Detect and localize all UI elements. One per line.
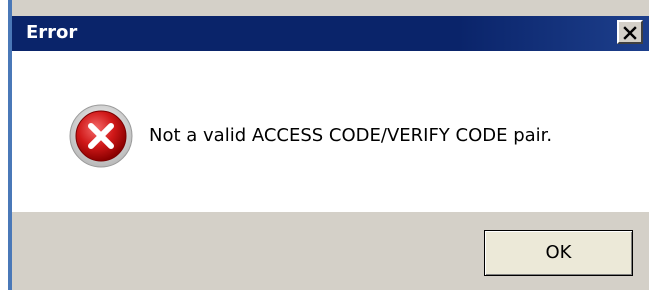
button-bar: OK xyxy=(12,212,649,290)
focus-rect xyxy=(488,234,629,272)
page: Error Not a valid ACCESS CODE/VERIFY COD… xyxy=(0,0,649,290)
title-bar[interactable]: Error xyxy=(12,16,649,51)
error-icon xyxy=(69,104,133,168)
dialog-content: Not a valid ACCESS CODE/VERIFY CODE pair… xyxy=(12,51,649,212)
ok-button[interactable]: OK xyxy=(484,230,633,276)
close-button[interactable] xyxy=(617,20,643,44)
error-dialog: Error Not a valid ACCESS CODE/VERIFY COD… xyxy=(8,0,649,290)
close-icon xyxy=(623,26,637,40)
window-title: Error xyxy=(26,22,78,43)
error-message: Not a valid ACCESS CODE/VERIFY CODE pair… xyxy=(149,125,553,146)
